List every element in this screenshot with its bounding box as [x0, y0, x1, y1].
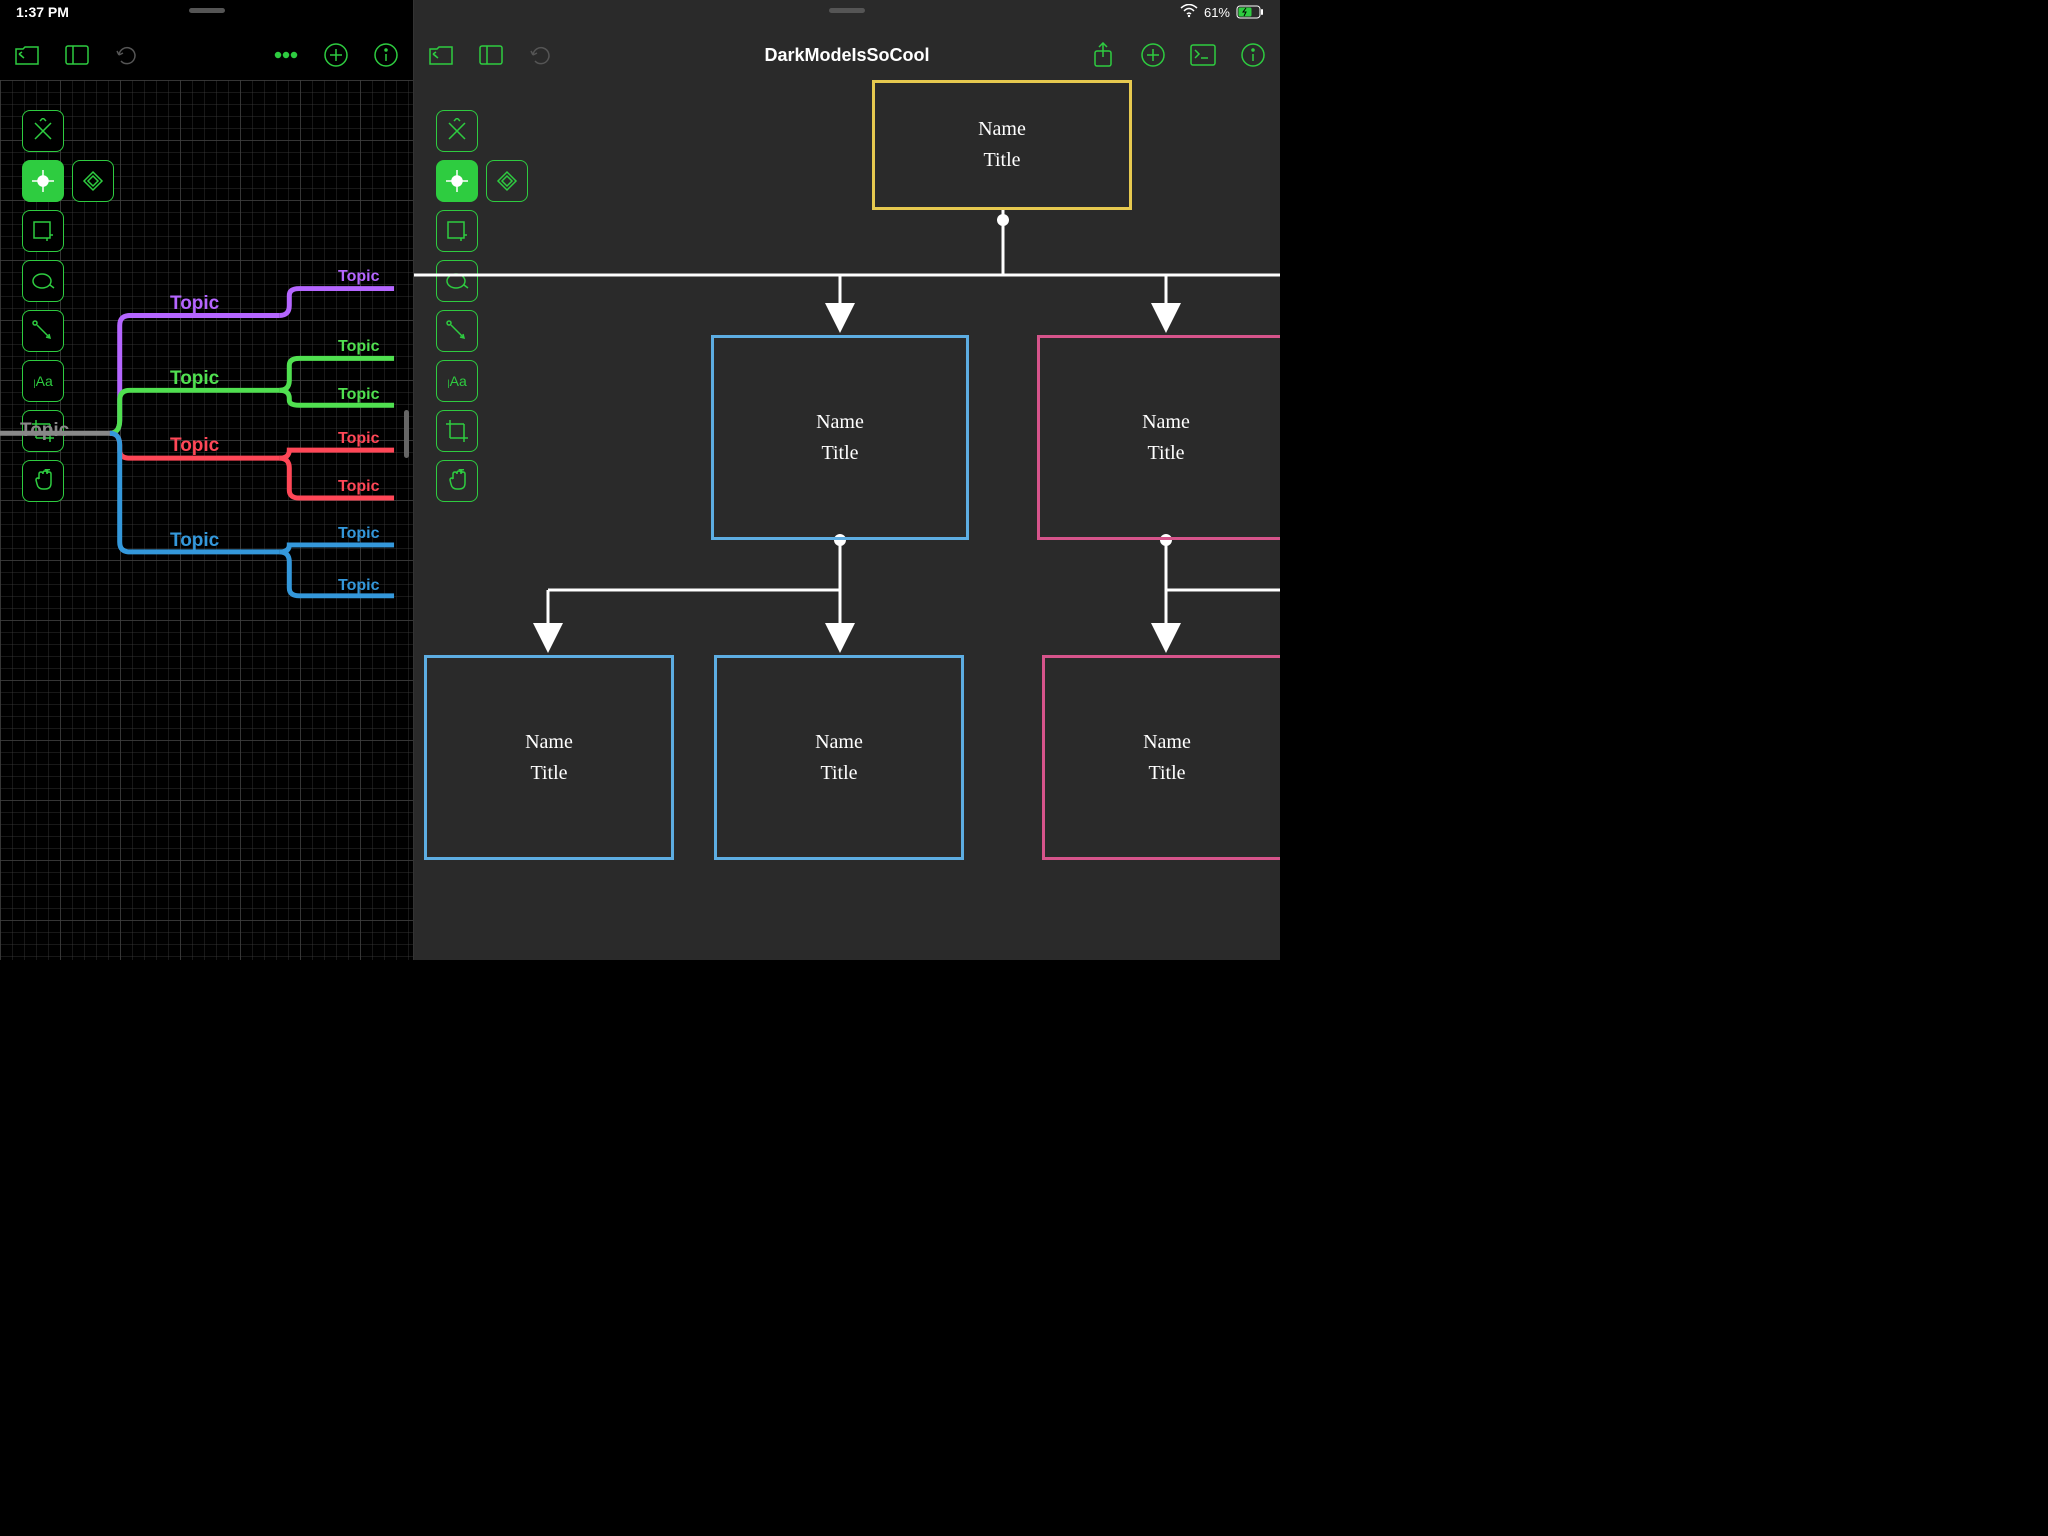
wifi-icon	[1180, 4, 1198, 21]
document-title: DarkModeIsSoCool	[764, 45, 929, 66]
left-panel: 1:37 PM	[0, 0, 414, 960]
right-panel: 61% DarkModeIsSoCool	[414, 0, 1280, 960]
blue-topic[interactable]: Topic	[170, 530, 219, 552]
left-toolbar	[0, 30, 413, 80]
org-title: Title	[1147, 442, 1184, 465]
mindmap-canvas[interactable]	[0, 80, 413, 960]
panel-toggle-button[interactable]	[62, 40, 92, 70]
scroll-indicator[interactable]	[404, 410, 409, 458]
add-button[interactable]	[321, 40, 351, 70]
purple-topic[interactable]: Topic	[170, 293, 219, 315]
org-node-2[interactable]: Name Title	[1037, 335, 1280, 540]
undo-button[interactable]	[526, 40, 556, 70]
org-node-root[interactable]: Name Title	[872, 80, 1132, 210]
add-button[interactable]	[1138, 40, 1168, 70]
org-name: Name	[1142, 411, 1190, 434]
org-node-1[interactable]: Name Title	[711, 335, 969, 540]
org-name: Name	[816, 411, 864, 434]
org-node-5[interactable]: Name Title	[1042, 655, 1280, 860]
org-name: Name	[525, 731, 573, 754]
green-topic[interactable]: Topic	[170, 368, 219, 390]
red-child-1[interactable]: Topic	[338, 478, 379, 496]
share-button[interactable]	[1088, 40, 1118, 70]
status-time: 1:37 PM	[16, 4, 69, 20]
folder-back-button[interactable]	[426, 40, 456, 70]
org-title: Title	[821, 442, 858, 465]
org-name: Name	[815, 731, 863, 754]
more-button[interactable]	[271, 40, 301, 70]
info-button[interactable]	[1238, 40, 1268, 70]
red-child-0[interactable]: Topic	[338, 430, 379, 448]
org-node-3[interactable]: Name Title	[424, 655, 674, 860]
battery-icon	[1236, 5, 1264, 19]
info-button[interactable]	[371, 40, 401, 70]
panel-toggle-button[interactable]	[476, 40, 506, 70]
root-topic[interactable]: Topic	[20, 420, 69, 442]
status-bar-right: 61%	[414, 0, 1280, 24]
org-title: Title	[530, 762, 567, 785]
terminal-button[interactable]	[1188, 40, 1218, 70]
green-child-0[interactable]: Topic	[338, 338, 379, 356]
folder-back-button[interactable]	[12, 40, 42, 70]
org-name: Name	[978, 118, 1026, 141]
org-node-4[interactable]: Name Title	[714, 655, 964, 860]
blue-child-0[interactable]: Topic	[338, 525, 379, 543]
blue-child-1[interactable]: Topic	[338, 577, 379, 595]
green-child-1[interactable]: Topic	[338, 386, 379, 404]
grabber-handle[interactable]	[189, 8, 225, 13]
org-title: Title	[820, 762, 857, 785]
right-toolbar: DarkModeIsSoCool	[414, 30, 1280, 80]
org-title: Title	[1148, 762, 1185, 785]
org-name: Name	[1143, 731, 1191, 754]
purple-child-0[interactable]: Topic	[338, 268, 379, 286]
undo-button[interactable]	[112, 40, 142, 70]
red-topic[interactable]: Topic	[170, 435, 219, 457]
org-title: Title	[983, 149, 1020, 172]
battery-text: 61%	[1204, 5, 1230, 20]
